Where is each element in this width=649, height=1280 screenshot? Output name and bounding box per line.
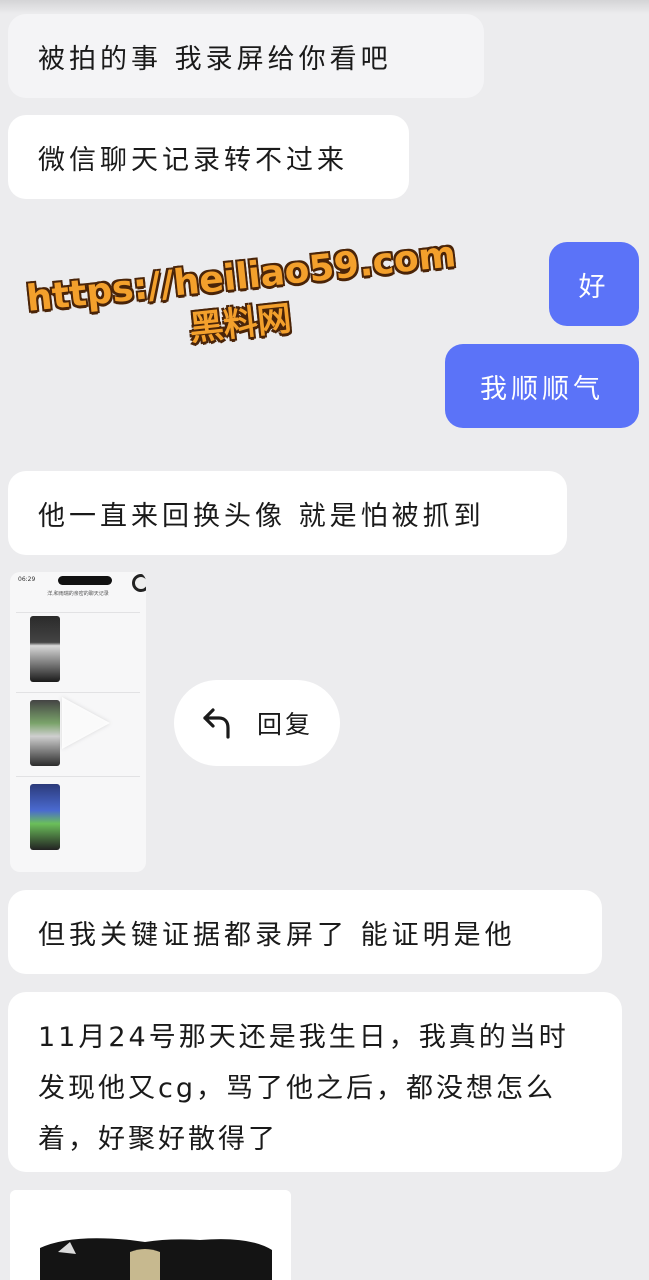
reply-arrow-icon — [203, 708, 230, 739]
watermark-url: https://heiliao59.com — [24, 234, 458, 320]
image-message-thumbnail[interactable] — [10, 1190, 291, 1280]
reply-button-label: 回复 — [256, 710, 313, 739]
message-text: 但我关键证据都录屏了 能证明是他 — [38, 919, 516, 951]
dynamic-island — [58, 576, 112, 585]
video-divider — [16, 612, 140, 613]
message-text: 他一直来回换头像 就是怕被抓到 — [38, 500, 485, 532]
sunglasses-image — [10, 1190, 291, 1280]
video-screenshot — [30, 616, 60, 682]
message-bubble-incoming[interactable]: 11月24号那天还是我生日，我真的当时发现他又cg，骂了他之后，都没想怎么着，好… — [8, 992, 622, 1172]
video-chat-title: 洋,和雨瑞的亲密的聊天记录 — [47, 591, 109, 597]
video-status-time: 06:29 — [18, 576, 36, 583]
message-bubble-incoming[interactable]: 但我关键证据都录屏了 能证明是他 — [8, 890, 602, 974]
message-bubble-incoming[interactable]: 他一直来回换头像 就是怕被抓到 — [8, 471, 567, 555]
video-divider — [16, 692, 140, 693]
message-text: 微信聊天记录转不过来 — [38, 144, 348, 176]
video-screenshot — [30, 700, 60, 766]
message-text: 好 — [578, 271, 610, 303]
message-bubble-outgoing[interactable]: 我顺顺气 — [445, 344, 639, 428]
top-shade — [0, 0, 649, 14]
reply-button[interactable]: 回复 — [174, 680, 340, 766]
video-divider — [16, 776, 140, 777]
message-text: 我顺顺气 — [480, 373, 604, 405]
video-screenshot — [30, 784, 60, 850]
video-message-thumbnail[interactable]: 06:29 洋,和雨瑞的亲密的聊天记录 — [10, 572, 146, 872]
message-bubble-incoming[interactable]: 微信聊天记录转不过来 — [8, 115, 409, 199]
play-icon[interactable] — [62, 697, 110, 749]
video-status-bar: 06:29 — [10, 572, 146, 588]
message-bubble-outgoing[interactable]: 好 — [549, 242, 639, 326]
message-text: 被拍的事 我录屏给你看吧 — [38, 43, 392, 75]
watermark: https://heiliao59.com 黑料网 — [24, 234, 458, 367]
message-text: 11月24号那天还是我生日，我真的当时发现他又cg，骂了他之后，都没想怎么着，好… — [38, 1022, 569, 1155]
message-bubble-incoming[interactable]: 被拍的事 我录屏给你看吧 — [8, 14, 484, 98]
watermark-name: 黑料网 — [187, 298, 294, 350]
